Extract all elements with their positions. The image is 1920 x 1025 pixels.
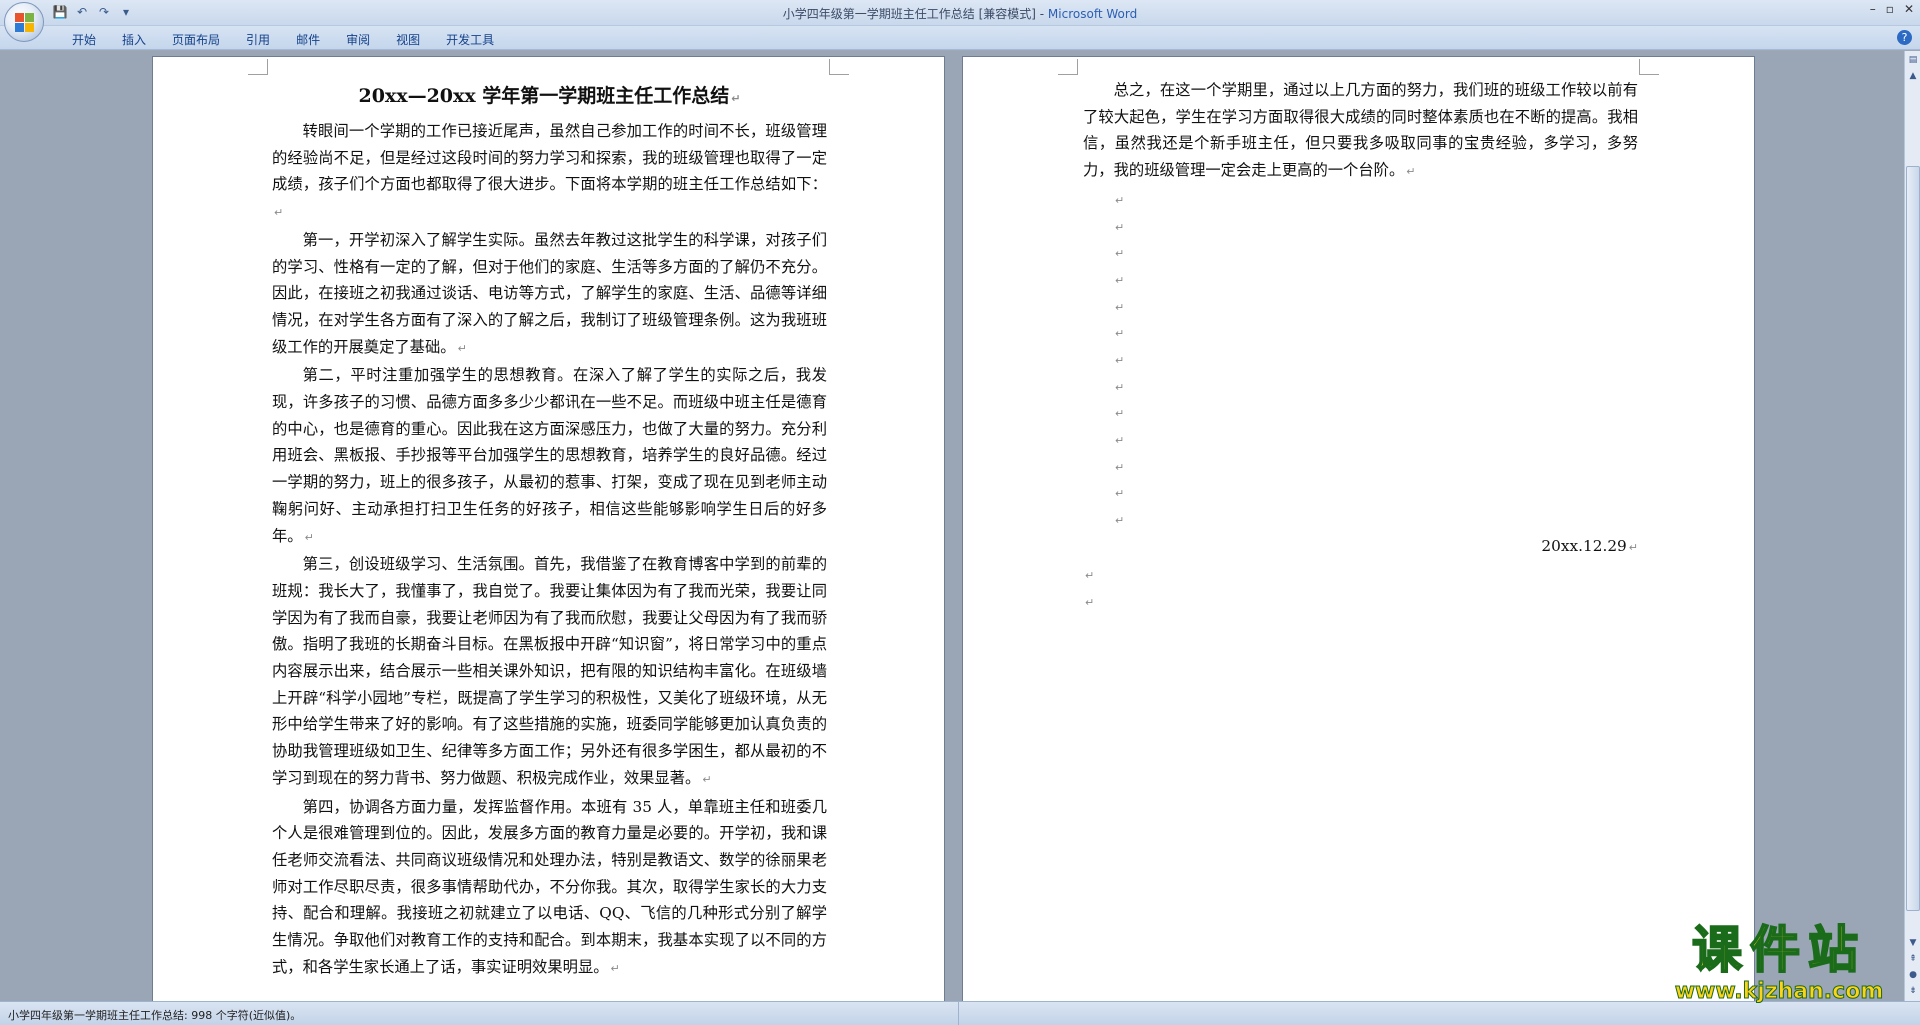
paragraph-text: 第一，开学初深入了解学生实际。虽然去年教过这批学生的科学课，对孩子们的学习、性格… — [272, 230, 827, 356]
page-2-content: 总之，在这一个学期里，通过以上几方面的努力，我们班的班级工作较以前有了较大起色，… — [1083, 77, 1638, 615]
paragraph-mark: ↵ — [1115, 434, 1125, 447]
margin-corner-mark — [1058, 59, 1078, 75]
paragraph-mark: ↵ — [274, 206, 284, 220]
empty-line: ↵ — [1083, 186, 1638, 213]
scroll-thumb[interactable] — [1906, 166, 1920, 911]
paragraph-text: 转眼间一个学期的工作已接近尾声，虽然自己参加工作的时间不长，班级管理的经验尚不足… — [272, 122, 827, 194]
minimize-button[interactable]: – — [1870, 2, 1876, 16]
tab-insert[interactable]: 插入 — [110, 29, 160, 50]
empty-line: ↵ — [1083, 319, 1638, 346]
empty-line: ↵ — [1083, 266, 1638, 293]
paragraph-conclusion: 总之，在这一个学期里，通过以上几方面的努力，我们班的班级工作较以前有了较大起色，… — [1083, 77, 1638, 186]
paragraph-mark: ↵ — [1115, 487, 1125, 501]
paragraph-mark: ↵ — [1115, 220, 1125, 234]
paragraph-mark: ↵ — [1115, 460, 1125, 474]
paragraph-text: 第二，平时注重加强学生的思想教育。在深入了解了学生的实际之后，我发现，许多孩子的… — [272, 366, 827, 545]
tab-references[interactable]: 引用 — [234, 29, 284, 50]
paragraph-fourth: 第四，协调各方面力量，发挥监督作用。本班有 35 人，单靠班主任和班委几个人是很… — [272, 794, 827, 983]
paragraph-mark: ↵ — [731, 92, 741, 105]
window-title: 小学四年级第一学期班主任工作总结 [兼容模式] - Microsoft Word — [0, 5, 1920, 22]
margin-corner-mark — [829, 59, 849, 75]
ribbon-tabs: 开始 插入 页面布局 引用 邮件 审阅 视图 开发工具 — [60, 29, 508, 50]
tab-mailings[interactable]: 邮件 — [284, 29, 334, 50]
paragraph-intro: 转眼间一个学期的工作已接近尾声，虽然自己参加工作的时间不长，班级管理的经验尚不足… — [272, 118, 827, 227]
tab-home[interactable]: 开始 — [60, 29, 110, 50]
document-area: 20xx—20xx 学年第一学期班主任工作总结 ↵ 转眼间一个学期的工作已接近尾声… — [0, 51, 1904, 1001]
paragraph-text: 总之，在这一个学期里，通过以上几方面的努力，我们班的班级工作较以前有了较大起色，… — [1083, 81, 1638, 180]
document-heading: 20xx—20xx 学年第一学期班主任工作总结 ↵ — [272, 79, 827, 116]
status-divider — [958, 1002, 959, 1025]
paragraph-mark: ↵ — [702, 772, 712, 786]
status-bar: 小学四年级第一学期班主任工作总结: 998 个字符(近似值)。 — [0, 1001, 1920, 1025]
watermark-title: 课件站 — [1691, 920, 1866, 980]
office-button[interactable] — [4, 2, 44, 42]
empty-line: ↵ — [1083, 213, 1638, 240]
empty-line: ↵ — [1083, 346, 1638, 373]
paragraph-second: 第二，平时注重加强学生的思想教育。在深入了解了学生的实际之后，我发现，许多孩子的… — [272, 362, 827, 551]
empty-line: ↵ — [1083, 453, 1638, 480]
paragraph-text: 第四，协调各方面力量，发挥监督作用。本班有 35 人，单靠班主任和班委几个人是很… — [272, 797, 827, 976]
watermark-logo: 课件站 www.kjzhan.com — [1660, 920, 1898, 1012]
paragraph-mark: ↵ — [1628, 540, 1638, 554]
paragraph-mark: ↵ — [1115, 273, 1125, 287]
paragraph-mark: ↵ — [1085, 569, 1095, 583]
paragraph-mark: ↵ — [1115, 353, 1125, 367]
window-controls: – ▫ ✕ — [1870, 2, 1914, 16]
empty-line: ↵ — [1083, 506, 1638, 533]
paragraph-mark: ↵ — [457, 341, 467, 355]
office-logo-icon — [15, 13, 35, 33]
page-1-content: 20xx—20xx 学年第一学期班主任工作总结 ↵ 转眼间一个学期的工作已接近尾声… — [272, 79, 827, 983]
app-name: Microsoft Word — [1047, 7, 1138, 21]
maximize-button[interactable]: ▫ — [1886, 2, 1894, 16]
paragraph-mark: ↵ — [1406, 165, 1416, 179]
date-line: 20xx.12.29 ↵ — [1083, 533, 1638, 562]
paragraph-mark: ↵ — [1115, 247, 1125, 261]
paragraph-mark: ↵ — [1115, 327, 1125, 341]
empty-line: ↵ — [1083, 239, 1638, 266]
document-title: 小学四年级第一学期班主任工作总结 [兼容模式] - — [782, 7, 1048, 21]
tab-developer[interactable]: 开发工具 — [434, 29, 508, 50]
tab-review[interactable]: 审阅 — [334, 29, 384, 50]
tab-view[interactable]: 视图 — [384, 29, 434, 50]
page-2[interactable]: 总之，在这一个学期里，通过以上几方面的努力，我们班的班级工作较以前有了较大起色，… — [962, 56, 1755, 1001]
empty-line: ↵ — [1083, 479, 1638, 506]
watermark-url: www.kjzhan.com — [1674, 979, 1884, 1004]
paragraph-mark: ↵ — [304, 530, 314, 544]
vertical-scrollbar[interactable]: ▤ ▲ ▼ ⇞ ● ⇟ — [1904, 51, 1920, 1001]
paragraph-first: 第一，开学初深入了解学生实际。虽然去年教过这批学生的科学课，对孩子们的学习、性格… — [272, 227, 827, 363]
paragraph-mark: ↵ — [1115, 300, 1125, 314]
margin-corner-mark — [1639, 59, 1659, 75]
next-page-icon[interactable]: ⇟ — [1906, 984, 1920, 998]
paragraph-mark: ↵ — [1115, 380, 1125, 394]
page-1[interactable]: 20xx—20xx 学年第一学期班主任工作总结 ↵ 转眼间一个学期的工作已接近尾声… — [152, 56, 945, 1001]
empty-line: ↵ — [1083, 373, 1638, 400]
close-button[interactable]: ✕ — [1904, 2, 1914, 16]
document-heading-text: 20xx—20xx 学年第一学期班主任工作总结 — [358, 85, 730, 107]
margin-corner-mark — [248, 59, 268, 75]
previous-page-icon[interactable]: ⇞ — [1906, 952, 1920, 966]
paragraph-mark: ↵ — [1115, 193, 1125, 207]
empty-line: ↵ — [1083, 399, 1638, 426]
paragraph-mark: ↵ — [610, 961, 620, 975]
scroll-down-icon[interactable]: ▼ — [1906, 936, 1920, 950]
empty-line: ↵ — [1083, 588, 1638, 615]
ruler-toggle-icon[interactable]: ▤ — [1906, 53, 1920, 67]
select-browse-object-icon[interactable]: ● — [1906, 968, 1920, 982]
paragraph-third: 第三，创设班级学习、生活氛围。首先，我借鉴了在教育博客中学到的前辈的班规：我长大… — [272, 551, 827, 793]
date-text: 20xx.12.29 — [1541, 536, 1627, 555]
scroll-up-icon[interactable]: ▲ — [1906, 69, 1920, 83]
ribbon-tab-bar: 开始 插入 页面布局 引用 邮件 审阅 视图 开发工具 ? — [0, 26, 1920, 50]
paragraph-mark: ↵ — [1115, 514, 1125, 528]
paragraph-mark: ↵ — [1115, 407, 1125, 421]
status-word-count[interactable]: 小学四年级第一学期班主任工作总结: 998 个字符(近似值)。 — [8, 1007, 301, 1023]
empty-line: ↵ — [1083, 561, 1638, 588]
tab-page-layout[interactable]: 页面布局 — [160, 29, 234, 50]
empty-line: ↵ — [1083, 426, 1638, 453]
paragraph-mark: ↵ — [1085, 596, 1095, 610]
title-bar: 💾 ↶ ↷ ▾ 小学四年级第一学期班主任工作总结 [兼容模式] - Micros… — [0, 0, 1920, 26]
paragraph-text: 第三，创设班级学习、生活氛围。首先，我借鉴了在教育博客中学到的前辈的班规：我长大… — [272, 555, 827, 787]
help-icon[interactable]: ? — [1897, 30, 1912, 45]
empty-line: ↵ — [1083, 293, 1638, 320]
